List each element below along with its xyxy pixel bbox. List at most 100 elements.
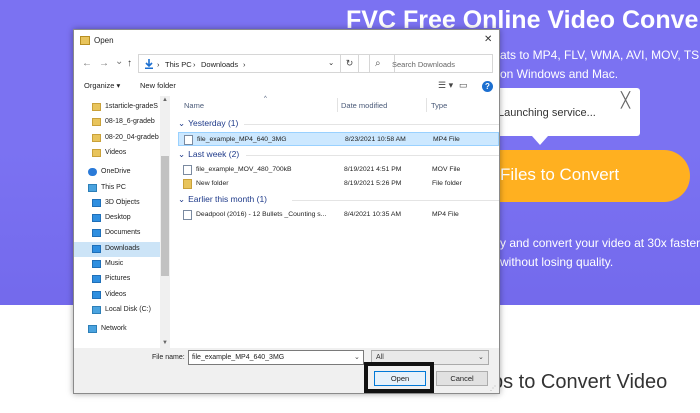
- sidebar-item[interactable]: OneDrive: [74, 165, 161, 180]
- file-row[interactable]: New folder 8/19/2021 5:26 PM File folder: [178, 177, 499, 191]
- column-date-modified[interactable]: Date modified: [341, 101, 387, 110]
- sidebar-item[interactable]: Desktop: [74, 211, 161, 226]
- scroll-up-icon[interactable]: ▲: [162, 97, 168, 103]
- group-header[interactable]: ⌄ Yesterday (1): [178, 118, 238, 129]
- sidebar-item[interactable]: Network: [74, 322, 161, 337]
- file-row[interactable]: file_example_MP4_640_3MG 8/23/2021 10:58 …: [178, 132, 499, 146]
- computer-icon: [92, 305, 101, 314]
- view-options-icon[interactable]: ☰ ▾: [438, 80, 453, 91]
- column-separator[interactable]: [337, 98, 338, 112]
- back-arrow-icon[interactable]: ←: [82, 58, 92, 69]
- sidebar-scrollbar-thumb[interactable]: [161, 156, 169, 276]
- search-placeholder: Search Downloads: [392, 60, 455, 69]
- sidebar-item[interactable]: Pictures: [74, 272, 161, 287]
- sidebar-item-label: Downloads: [105, 244, 140, 252]
- new-folder-button[interactable]: New folder: [140, 81, 176, 90]
- folder-icon: [92, 133, 101, 142]
- file-row[interactable]: Deadpool (2016) - 12 Bullets _Counting s…: [178, 208, 499, 222]
- bubble-close-icon[interactable]: ╳: [621, 91, 630, 109]
- library-icon: [92, 260, 101, 268]
- library-icon: [92, 244, 101, 253]
- add-files-button-label[interactable]: Files to Convert: [500, 165, 619, 185]
- sidebar-item-label: Videos: [105, 290, 127, 298]
- file-name: file_example_MP4_640_3MG: [197, 136, 287, 143]
- onedrive-icon: [88, 168, 97, 177]
- help-icon[interactable]: ?: [482, 81, 493, 92]
- filename-input[interactable]: file_example_MP4_640_3MG: [188, 350, 364, 365]
- group-header[interactable]: ⌄ Last week (2): [178, 149, 239, 160]
- group-header-label: Yesterday (1): [188, 118, 239, 128]
- dialog-bottom-panel: File name: file_example_MP4_640_3MG ⌄ Al…: [74, 348, 499, 393]
- search-icon: ⌕: [375, 58, 381, 69]
- filetype-dropdown-icon[interactable]: ⌄: [478, 353, 484, 361]
- file-type: File folder: [432, 180, 462, 187]
- sidebar-item-label: Desktop: [105, 214, 131, 222]
- column-separator[interactable]: [426, 98, 427, 112]
- sidebar-item[interactable]: 08-20_04-gradeb: [74, 131, 161, 146]
- sidebar-item[interactable]: Videos: [74, 146, 161, 161]
- resize-grip-icon[interactable]: ⋰: [490, 385, 496, 392]
- file-row[interactable]: file_example_MOV_480_700kB 8/19/2021 4:51…: [178, 163, 499, 177]
- folder-icon: [183, 179, 192, 189]
- path-separator: ›: [193, 60, 196, 69]
- folder-icon: [80, 36, 90, 45]
- group-divider: [292, 199, 499, 201]
- library-icon: [92, 290, 101, 299]
- library-icon: [92, 229, 101, 238]
- recent-locations-icon[interactable]: ⌄: [115, 56, 123, 67]
- sidebar-item[interactable]: 1starticle-gradeS: [74, 100, 161, 115]
- preview-pane-icon[interactable]: ▭: [459, 80, 468, 91]
- organize-button[interactable]: Organize ▾: [84, 81, 120, 90]
- website-subtitle-line3: y and convert your video at 30x faster: [500, 236, 700, 250]
- sidebar-item[interactable]: Videos: [74, 288, 161, 303]
- file-date: 8/19/2021 4:51 PM: [344, 165, 402, 173]
- open-button-highlight: [364, 362, 434, 393]
- refresh-button[interactable]: ↻: [340, 54, 359, 73]
- filename-dropdown-icon[interactable]: ⌄: [354, 353, 360, 361]
- search-input[interactable]: ⌕ Search Downloads: [369, 54, 493, 73]
- sidebar-item[interactable]: 3D Objects: [74, 196, 161, 211]
- dialog-titlebar[interactable]: Open ✕: [74, 30, 499, 52]
- steps-heading: ps to Convert Video: [492, 371, 668, 393]
- column-type[interactable]: Type: [431, 101, 447, 110]
- dialog-toolbar: Organize ▾ New folder ☰ ▾ ▭ ?: [74, 76, 499, 96]
- up-arrow-icon[interactable]: ↑: [127, 58, 132, 69]
- chevron-down-icon: ⌄: [178, 118, 186, 128]
- sidebar-item[interactable]: This PC: [74, 181, 161, 196]
- sidebar-item-label: Videos: [105, 148, 127, 156]
- file-date: 8/19/2021 5:26 PM: [344, 180, 402, 187]
- launching-text: Launching service...: [498, 107, 596, 119]
- sidebar-item-label: 08-20_04-gradeb: [105, 133, 159, 141]
- sidebar-item[interactable]: 08-18_6-gradeb: [74, 115, 161, 130]
- breadcrumb-this-pc[interactable]: This PC: [165, 60, 192, 69]
- sidebar-item[interactable]: Local Disk (C:): [74, 303, 161, 318]
- website-subtitle-line1: ats to MP4, FLV, WMA, AVI, MOV, TS, M2: [500, 48, 700, 62]
- group-divider: [246, 154, 499, 156]
- breadcrumb-downloads[interactable]: Downloads: [201, 60, 238, 69]
- address-dropdown-icon[interactable]: ⌄: [328, 58, 334, 67]
- sidebar-item-label: Music: [105, 260, 124, 267]
- dialog-navbar: ← → ⌄ ↑ › This PC › Downloads › ⌄ ↻ ⌕ Se…: [74, 52, 499, 76]
- sidebar-item-label: This PC: [101, 183, 126, 191]
- folder-icon: [92, 118, 101, 127]
- cancel-button[interactable]: Cancel: [436, 371, 488, 386]
- close-icon[interactable]: ✕: [484, 34, 492, 45]
- sidebar-item-label: OneDrive: [101, 168, 131, 176]
- scroll-down-icon[interactable]: ▼: [162, 340, 168, 346]
- file-date: 8/4/2021 10:35 AM: [344, 210, 402, 218]
- path-separator: ›: [157, 60, 160, 69]
- computer-icon: [88, 183, 97, 192]
- navigation-pane: 1starticle-gradeS 08-18_6-gradeb 08-20_04-…: [74, 96, 171, 348]
- sidebar-item[interactable]: Music: [74, 257, 161, 272]
- group-header-label: Earlier this month (1): [188, 193, 268, 204]
- file-name: Deadpool (2016) - 12 Bullets _Counting s…: [196, 210, 327, 218]
- forward-arrow-icon[interactable]: →: [99, 58, 109, 69]
- column-name[interactable]: Name: [184, 101, 204, 110]
- group-header[interactable]: ⌄ Earlier this month (1): [178, 194, 267, 205]
- sidebar-item-label: Local Disk (C:): [105, 305, 151, 313]
- sidebar-item[interactable]: Documents: [74, 226, 161, 241]
- sidebar-item[interactable]: Downloads: [74, 241, 161, 257]
- website-subtitle-line4: without losing quality.: [500, 255, 614, 269]
- computer-icon: [88, 325, 97, 334]
- download-arrow-icon: [145, 59, 153, 69]
